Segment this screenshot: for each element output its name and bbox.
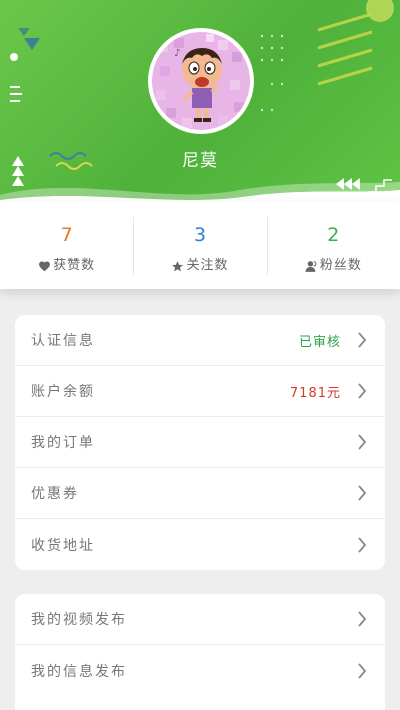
stat-label: 获赞数 <box>53 258 96 273</box>
stat-label: 粉丝数 <box>319 258 362 273</box>
stat-value: 3 <box>193 224 207 246</box>
stat-value: 2 <box>327 224 340 246</box>
heart-icon <box>39 261 51 272</box>
stats-bar: 7 获赞数 3 关注数 2 粉丝数 <box>0 201 400 289</box>
verification-status: 已审核 <box>298 334 341 350</box>
deco-triangle <box>12 176 24 186</box>
menu-item-orders[interactable]: 我的订单 <box>15 417 385 468</box>
menu-item-label: 账户余额 <box>31 384 95 400</box>
username: 尼莫 <box>182 151 218 171</box>
deco-line <box>10 86 20 88</box>
chevron-right-icon <box>358 485 367 501</box>
chevron-right-icon <box>358 611 367 627</box>
menu-item-info-posts[interactable]: 我的信息发布 <box>15 645 385 696</box>
deco-triangle <box>18 28 30 36</box>
menu-item-label: 收货地址 <box>31 537 95 554</box>
menu-item-label: 优惠券 <box>31 486 79 502</box>
stat-label-row: 粉丝数 <box>267 257 400 275</box>
chevron-right-icon <box>358 434 367 450</box>
stat-label-row: 获赞数 <box>0 257 133 275</box>
deco-triangle <box>24 38 40 50</box>
deco-dot-grid <box>260 34 284 112</box>
deco-dot <box>10 53 18 61</box>
deco-circle <box>366 0 394 22</box>
stat-value: 7 <box>60 224 73 246</box>
menu-item-verification[interactable]: 认证信息 已审核 <box>15 315 385 366</box>
deco-stripes <box>317 12 373 86</box>
menu-item-coupons[interactable]: 优惠券 <box>15 468 385 519</box>
stat-following[interactable]: 3 关注数 <box>133 201 266 289</box>
svg-text:♪: ♪ <box>174 48 180 59</box>
stat-label: 关注数 <box>186 258 229 273</box>
chevron-right-icon <box>358 662 367 679</box>
menu-item-label: 我的信息发布 <box>31 663 127 680</box>
profile-header: ♪ 尼莫 <box>0 0 400 205</box>
stat-likes[interactable]: 7 获赞数 <box>0 201 133 289</box>
menu-card-publishing: 我的视频发布 我的信息发布 <box>15 594 385 710</box>
menu-item-video-posts[interactable]: 我的视频发布 <box>15 594 385 645</box>
person-icon <box>305 260 317 272</box>
menu-item-label: 我的视频发布 <box>31 612 127 628</box>
star-icon <box>172 260 184 271</box>
chevron-right-icon <box>358 536 367 553</box>
avatar-image: ♪ <box>152 32 250 130</box>
chevron-right-icon <box>358 332 367 348</box>
deco-line <box>10 100 20 102</box>
stat-label-row: 关注数 <box>133 257 266 275</box>
menu-item-address[interactable]: 收货地址 <box>15 519 385 570</box>
chevron-right-icon <box>358 383 367 399</box>
deco-line <box>10 93 22 95</box>
menu-item-label: 我的订单 <box>31 435 95 451</box>
avatar[interactable]: ♪ <box>148 28 254 134</box>
menu-item-label: 认证信息 <box>31 333 95 349</box>
balance-value: 7181元 <box>289 385 341 401</box>
menu-item-balance[interactable]: 账户余额 7181元 <box>15 366 385 417</box>
stat-fans[interactable]: 2 粉丝数 <box>266 201 400 289</box>
menu-card-account: 认证信息 已审核 账户余额 7181元 我的订单 优惠券 收货地址 <box>15 315 385 570</box>
